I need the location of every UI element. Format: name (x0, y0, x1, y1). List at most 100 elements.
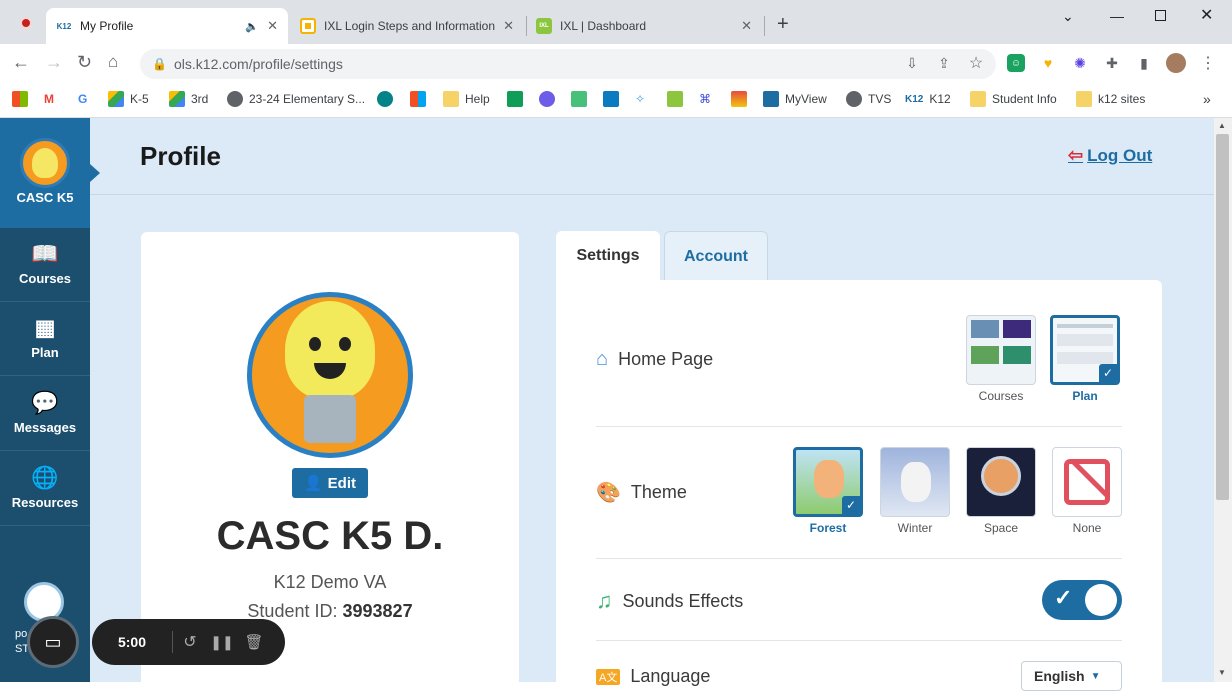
globe-icon (227, 91, 243, 107)
student-name: CASC K5 D. (216, 514, 444, 558)
bookmark-student-info[interactable]: Student Info (970, 90, 1057, 108)
camera-button[interactable]: ▭ (27, 616, 79, 668)
bookmark-k5[interactable]: K-5 (108, 90, 149, 108)
scroll-up-icon[interactable]: ▲ (1218, 121, 1226, 130)
reload-icon[interactable]: ↻ (77, 52, 92, 73)
bookmark-k12[interactable]: K12 K12 (905, 90, 951, 108)
google-icon[interactable]: G (78, 90, 87, 108)
puzzle-icon[interactable]: ✚ (1103, 54, 1121, 72)
pause-icon[interactable]: ❚❚ (207, 634, 237, 651)
home-icon[interactable]: ⌂ (108, 52, 118, 72)
close-icon[interactable]: ✕ (267, 18, 278, 34)
user-edit-icon: 👤 (303, 475, 323, 492)
menu-icon[interactable]: ⋮ (1199, 54, 1217, 72)
sidebar-item-resources[interactable]: 🌐 Resources (0, 452, 90, 526)
tab-settings[interactable]: Settings (556, 231, 660, 281)
divider (596, 640, 1122, 641)
windows-icon (12, 91, 28, 107)
sparkle-icon: ✧ (635, 92, 646, 106)
theme-option-forest[interactable]: ✓ Forest (793, 447, 863, 535)
classroom-icon (507, 91, 523, 107)
active-pointer (90, 164, 100, 182)
calendar-icon: ▦ (34, 315, 56, 340)
tab-account[interactable]: Account (664, 231, 768, 281)
bookmark-app[interactable] (603, 90, 625, 108)
scrollbar-thumb[interactable] (1216, 134, 1229, 500)
tab-my-profile[interactable]: K12 My Profile 🔈 ✕ (46, 8, 288, 44)
maximize-icon[interactable] (1155, 10, 1166, 21)
home-option-courses[interactable]: Courses (966, 315, 1036, 403)
close-icon[interactable]: ✕ (741, 18, 752, 34)
bookmark-k12-sites[interactable]: k12 sites (1076, 90, 1145, 108)
forward-icon[interactable]: → (45, 52, 63, 73)
space-thumbnail (966, 447, 1036, 517)
eye (309, 337, 321, 351)
bookmark-myview[interactable]: MyView (763, 90, 827, 108)
bookmark-3rd[interactable]: 3rd (169, 90, 208, 108)
house-icon: ⌂ (596, 348, 609, 370)
theme-option-space[interactable]: Space (966, 447, 1036, 535)
side-panel-icon[interactable]: ▮ (1135, 54, 1153, 72)
avatar[interactable] (1166, 53, 1186, 73)
app-icon (571, 91, 587, 107)
bookmarks-overflow-icon[interactable]: » (1203, 90, 1211, 108)
sidebar-item-plan[interactable]: ▦ Plan (0, 302, 90, 376)
bookmark-elementary[interactable]: 23-24 Elementary S... (227, 90, 365, 108)
theme-option-winter[interactable]: Winter (880, 447, 950, 535)
sounds-toggle[interactable]: ✓ (1042, 580, 1122, 620)
install-icon[interactable]: ⇩ (903, 54, 921, 72)
bookmark-app[interactable] (539, 90, 561, 108)
bookmark-help[interactable]: Help (443, 90, 490, 108)
bookmark-app[interactable]: ⌘ (699, 90, 711, 108)
extension-icon[interactable]: ☺ (1007, 54, 1025, 72)
back-icon[interactable]: ← (12, 52, 30, 73)
home-option-plan[interactable]: ✓ Plan (1050, 315, 1120, 403)
camera-icon: ▭ (44, 631, 62, 652)
music-note-icon: ♫ (596, 588, 613, 613)
sidebar-brand[interactable]: CASC K5 (0, 118, 90, 228)
extension-icon[interactable]: ♥ (1039, 54, 1057, 72)
app-icon (731, 91, 747, 107)
tab-ixl-login-steps[interactable]: IXL Login Steps and Information ✕ (290, 8, 524, 44)
logout-link[interactable]: ⇦ Log Out (1068, 145, 1152, 166)
scroll-down-icon[interactable]: ▼ (1218, 668, 1226, 677)
bookmark-classroom[interactable] (507, 90, 529, 108)
bookmark-app[interactable]: ✧ (635, 90, 645, 108)
language-select[interactable]: English ▼ (1021, 661, 1122, 691)
gmail-icon[interactable]: M (44, 90, 54, 108)
sidebar-brand-label: CASC K5 (16, 190, 74, 205)
share-icon[interactable]: ⇪ (935, 54, 953, 72)
bookmark-star-icon[interactable]: ☆ (967, 54, 985, 72)
bookmark-tvs[interactable]: TVS (846, 90, 891, 108)
bookmark-apps[interactable] (12, 90, 34, 108)
url-text[interactable]: ols.k12.com/profile/settings (174, 56, 343, 72)
sounds-label-row: ♫ Sounds Effects (596, 588, 744, 613)
caret-down-icon: ▼ (1090, 670, 1101, 682)
tab-search-chevron-icon[interactable]: ⌄ (1062, 8, 1074, 25)
sidebar-item-messages[interactable]: 💬 Messages (0, 377, 90, 451)
trash-icon[interactable]: 🗑 (237, 633, 271, 651)
eye (339, 337, 351, 351)
bookmark-ixl[interactable] (667, 90, 689, 108)
lock-icon[interactable]: 🔒 (152, 57, 167, 71)
divider (596, 426, 1122, 427)
myview-icon (763, 91, 779, 107)
theme-label-row: 🎨 Theme (596, 482, 687, 504)
winter-thumbnail (880, 447, 950, 517)
extension-icon[interactable]: ✺ (1071, 54, 1089, 72)
restart-icon[interactable]: ↺ (173, 632, 207, 652)
tab-ixl-dashboard[interactable]: IXL IXL | Dashboard ✕ (526, 8, 762, 44)
bookmark-sharepoint[interactable] (377, 90, 399, 108)
bookmark-app[interactable] (731, 90, 753, 108)
theme-option-none[interactable]: None (1052, 447, 1122, 535)
edit-avatar-button[interactable]: 👤 Edit (292, 468, 368, 498)
sidebar-item-courses[interactable]: 📖 Courses (0, 228, 90, 302)
minimize-icon[interactable]: — (1110, 8, 1124, 24)
speaker-icon[interactable]: 🔈 (245, 20, 259, 33)
bookmark-app[interactable] (571, 90, 593, 108)
close-icon[interactable]: ✕ (503, 18, 514, 34)
office-icon (410, 91, 426, 107)
bookmark-office[interactable] (410, 90, 432, 108)
window-close-icon[interactable]: ✕ (1200, 5, 1213, 25)
new-tab-icon[interactable]: + (777, 13, 789, 36)
